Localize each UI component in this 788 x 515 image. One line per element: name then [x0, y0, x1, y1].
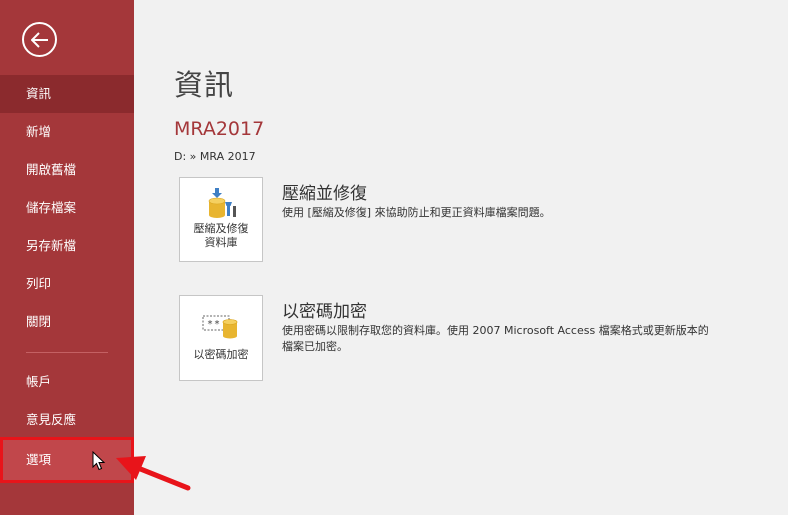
page-title: 資訊 [174, 68, 235, 102]
encrypt-password-description-line1: 使用密碼以限制存取您的資料庫。使用 2007 Microsoft Access … [282, 324, 709, 337]
password-database-icon: * * [202, 315, 238, 339]
main-content: 資訊 MRA2017 D: » MRA 2017 壓縮及修復 資料庫 壓縮並修復… [134, 0, 788, 515]
sidebar-item-account[interactable]: 帳戶 [0, 363, 134, 401]
compact-repair-label-line2: 資料庫 [204, 236, 238, 249]
sidebar-item-close[interactable]: 關閉 [0, 303, 134, 341]
database-name: MRA2017 [174, 118, 265, 140]
sidebar-item-save-as[interactable]: 另存新檔 [0, 227, 134, 265]
sidebar-item-new[interactable]: 新增 [0, 113, 134, 151]
compact-repair-description: 使用 [壓縮及修復] 來協助防止和更正資料庫檔案問題。 [282, 206, 551, 219]
back-arrow-icon [30, 31, 48, 48]
sidebar-item-print[interactable]: 列印 [0, 265, 134, 303]
backstage-sidebar: 資訊 新增 開啟舊檔 儲存檔案 另存新檔 列印 關閉 帳戶 意見反應 選項 [0, 0, 134, 515]
database-path: D: » MRA 2017 [174, 150, 256, 163]
svg-text:*: * [207, 319, 213, 330]
back-button[interactable] [22, 22, 57, 57]
svg-text:*: * [214, 319, 220, 330]
compact-repair-title: 壓縮並修復 [282, 184, 367, 204]
sidebar-divider [26, 352, 108, 353]
sidebar-item-feedback[interactable]: 意見反應 [0, 401, 134, 439]
compact-repair-icon [208, 188, 236, 218]
compact-repair-button[interactable]: 壓縮及修復 資料庫 [179, 177, 263, 262]
mouse-cursor-icon [92, 451, 106, 471]
encrypt-password-title: 以密碼加密 [282, 302, 367, 322]
sidebar-item-open[interactable]: 開啟舊檔 [0, 151, 134, 189]
encrypt-password-button[interactable]: * * 以密碼加密 [179, 295, 263, 381]
encrypt-password-label: 以密碼加密 [193, 348, 249, 361]
compact-repair-label-line1: 壓縮及修復 [193, 222, 249, 235]
sidebar-item-save[interactable]: 儲存檔案 [0, 189, 134, 227]
sidebar-item-info[interactable]: 資訊 [0, 75, 134, 113]
encrypt-password-description-line2: 檔案已加密。 [282, 340, 348, 353]
